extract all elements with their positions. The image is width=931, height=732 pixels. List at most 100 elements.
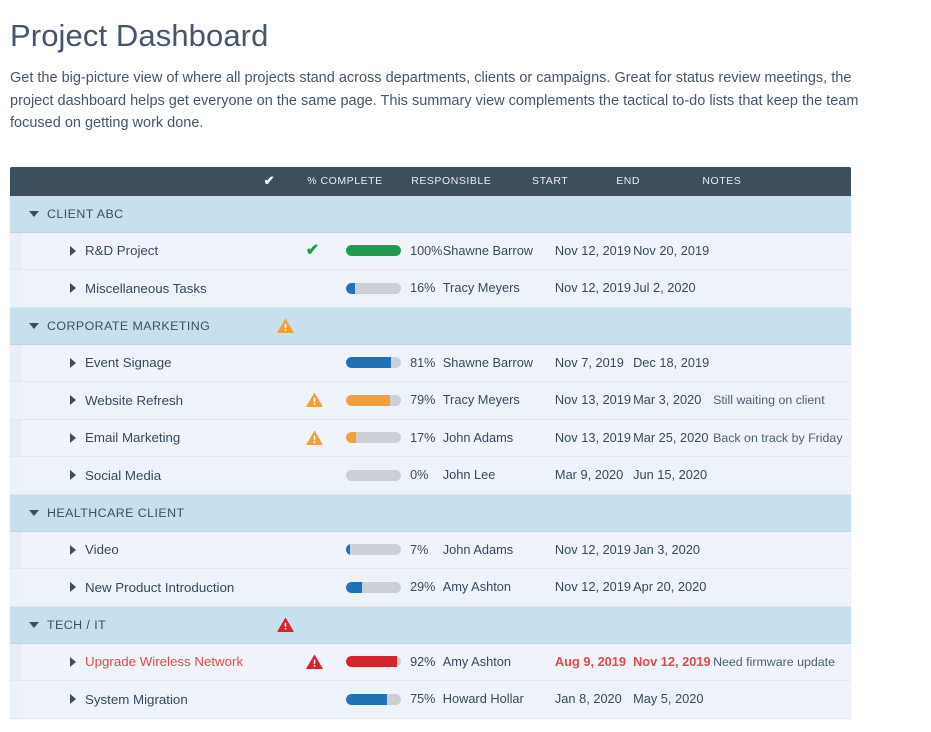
task-name-cell[interactable]: Event Signage bbox=[10, 355, 302, 370]
task-name-cell[interactable]: New Product Introduction bbox=[10, 580, 302, 595]
task-name-cell[interactable]: R&D Project bbox=[10, 243, 302, 258]
end-date-cell[interactable]: Jul 2, 2020 bbox=[633, 279, 713, 297]
end-date-cell[interactable]: Jan 3, 2020 bbox=[633, 541, 713, 559]
responsible-cell[interactable]: Amy Ashton bbox=[443, 653, 555, 671]
notes-value: Back on track by Friday bbox=[713, 431, 842, 445]
task-name-cell[interactable]: Upgrade Wireless Network bbox=[10, 654, 302, 669]
status-cell[interactable] bbox=[302, 430, 346, 446]
chevron-down-icon[interactable] bbox=[29, 323, 39, 329]
responsible-cell[interactable]: Howard Hollar bbox=[443, 690, 555, 708]
chevron-down-icon[interactable] bbox=[29, 510, 39, 516]
start-date-cell[interactable]: Nov 12, 2019 bbox=[555, 541, 633, 559]
end-date-cell[interactable]: Mar 3, 2020 bbox=[633, 391, 713, 409]
check-icon[interactable]: ✔ bbox=[306, 243, 319, 259]
responsible-cell[interactable]: Shawne Barrow bbox=[443, 354, 555, 372]
status-cell[interactable] bbox=[302, 392, 346, 408]
chevron-right-icon[interactable] bbox=[70, 470, 76, 480]
end-date-cell[interactable]: Jun 15, 2020 bbox=[633, 466, 713, 484]
percent-complete-cell[interactable]: 17% bbox=[346, 431, 443, 445]
group-row[interactable]: CLIENT ABC bbox=[10, 196, 851, 233]
notes-cell[interactable]: Need firmware update bbox=[713, 653, 851, 671]
percent-complete-cell[interactable]: 100% bbox=[346, 244, 443, 258]
chevron-right-icon[interactable] bbox=[70, 246, 76, 256]
end-date-cell[interactable]: May 5, 2020 bbox=[633, 690, 713, 708]
end-date-cell[interactable]: Apr 20, 2020 bbox=[633, 578, 713, 596]
percent-complete-cell[interactable]: 92% bbox=[346, 655, 443, 669]
task-name: Video bbox=[85, 542, 119, 557]
end-date-cell[interactable]: Dec 18, 2019 bbox=[633, 354, 713, 372]
percent-complete-cell[interactable]: 81% bbox=[346, 356, 443, 370]
start-date-cell[interactable]: Aug 9, 2019 bbox=[555, 653, 633, 671]
end-date-cell[interactable]: Mar 25, 2020 bbox=[633, 429, 713, 447]
group-row[interactable]: HEALTHCARE CLIENT bbox=[10, 495, 851, 532]
notes-cell[interactable]: Back on track by Friday bbox=[713, 429, 851, 447]
table-row[interactable]: Upgrade Wireless Network 92%Amy AshtonAug… bbox=[10, 644, 851, 682]
end-date-value: Jun 15, 2020 bbox=[633, 467, 707, 482]
table-row[interactable]: Email Marketing 17%John AdamsNov 13, 2019… bbox=[10, 420, 851, 458]
group-row[interactable]: CORPORATE MARKETING bbox=[10, 308, 851, 345]
start-date-cell[interactable]: Mar 9, 2020 bbox=[555, 466, 633, 484]
percent-complete-cell[interactable]: 7% bbox=[346, 543, 443, 557]
percent-complete-cell[interactable]: 0% bbox=[346, 468, 443, 482]
percent-complete-cell[interactable]: 29% bbox=[346, 580, 443, 594]
notes-cell[interactable]: Still waiting on client bbox=[713, 391, 851, 409]
table-row[interactable]: Social Media 0%John LeeMar 9, 2020Jun 15,… bbox=[10, 457, 851, 495]
end-date-cell[interactable]: Nov 12, 2019 bbox=[633, 653, 713, 671]
chevron-right-icon[interactable] bbox=[70, 433, 76, 443]
start-date-cell[interactable]: Nov 13, 2019 bbox=[555, 391, 633, 409]
notes-value: Still waiting on client bbox=[713, 393, 825, 407]
start-date-cell[interactable]: Jan 8, 2020 bbox=[555, 690, 633, 708]
task-name-cell[interactable]: System Migration bbox=[10, 692, 302, 707]
chevron-right-icon[interactable] bbox=[70, 694, 76, 704]
start-date-cell[interactable]: Nov 12, 2019 bbox=[555, 279, 633, 297]
status-cell[interactable]: ✔ bbox=[302, 243, 346, 259]
responsible-cell[interactable]: Shawne Barrow bbox=[443, 242, 555, 260]
chevron-down-icon[interactable] bbox=[29, 622, 39, 628]
table-row[interactable]: Website Refresh 79%Tracy MeyersNov 13, 20… bbox=[10, 382, 851, 420]
group-name-cell[interactable]: CLIENT ABC bbox=[10, 207, 273, 221]
group-name-cell[interactable]: CORPORATE MARKETING bbox=[10, 319, 273, 333]
chevron-right-icon[interactable] bbox=[70, 657, 76, 667]
status-cell[interactable] bbox=[302, 654, 346, 670]
responsible-cell[interactable]: John Adams bbox=[443, 429, 555, 447]
warning-triangle-icon bbox=[306, 392, 323, 408]
task-name-cell[interactable]: Email Marketing bbox=[10, 430, 302, 445]
chevron-right-icon[interactable] bbox=[70, 358, 76, 368]
responsible-value: Shawne Barrow bbox=[443, 355, 533, 370]
responsible-cell[interactable]: John Adams bbox=[443, 541, 555, 559]
notes-value: Need firmware update bbox=[713, 655, 835, 669]
group-name-cell[interactable]: TECH / IT bbox=[10, 618, 273, 632]
task-name-cell[interactable]: Website Refresh bbox=[10, 393, 302, 408]
task-name-cell[interactable]: Social Media bbox=[10, 468, 302, 483]
table-row[interactable]: Event Signage 81%Shawne Barrow Nov 7, 2019… bbox=[10, 345, 851, 383]
table-row[interactable]: Video 7%John AdamsNov 12, 2019Jan 3, 2020 bbox=[10, 532, 851, 570]
percent-complete-cell[interactable]: 75% bbox=[346, 692, 443, 706]
start-date-cell[interactable]: Nov 13, 2019 bbox=[555, 429, 633, 447]
responsible-cell[interactable]: John Lee bbox=[443, 466, 555, 484]
responsible-cell[interactable]: Tracy Meyers bbox=[443, 279, 555, 297]
chevron-right-icon[interactable] bbox=[70, 582, 76, 592]
chevron-right-icon[interactable] bbox=[70, 395, 76, 405]
percent-complete-cell[interactable]: 79% bbox=[346, 393, 443, 407]
group-name-cell[interactable]: HEALTHCARE CLIENT bbox=[10, 506, 273, 520]
start-date-cell[interactable]: Nov 7, 2019 bbox=[555, 354, 633, 372]
end-date-cell[interactable]: Nov 20, 2019 bbox=[633, 242, 713, 260]
responsible-value: Amy Ashton bbox=[443, 579, 511, 594]
table-row[interactable]: New Product Introduction 29%Amy Ashton Nov… bbox=[10, 569, 851, 607]
task-name-cell[interactable]: Video bbox=[10, 542, 302, 557]
group-label: CORPORATE MARKETING bbox=[47, 319, 210, 333]
table-row[interactable]: R&D Project ✔ 100%Shawne BarrowNov 12, 201… bbox=[10, 233, 851, 271]
chevron-down-icon[interactable] bbox=[29, 211, 39, 217]
start-date-cell[interactable]: Nov 12, 2019 bbox=[555, 242, 633, 260]
chevron-right-icon[interactable] bbox=[70, 545, 76, 555]
responsible-cell[interactable]: Amy Ashton bbox=[443, 578, 555, 596]
group-label: CLIENT ABC bbox=[47, 207, 124, 221]
group-row[interactable]: TECH / IT bbox=[10, 607, 851, 644]
task-name-cell[interactable]: Miscellaneous Tasks bbox=[10, 281, 302, 296]
table-row[interactable]: Miscellaneous Tasks 16%Tracy MeyersNov 12… bbox=[10, 270, 851, 308]
start-date-cell[interactable]: Nov 12, 2019 bbox=[555, 578, 633, 596]
percent-complete-cell[interactable]: 16% bbox=[346, 281, 443, 295]
table-row[interactable]: System Migration 75%Howard HollarJan 8, 2… bbox=[10, 681, 851, 719]
responsible-cell[interactable]: Tracy Meyers bbox=[443, 391, 555, 409]
chevron-right-icon[interactable] bbox=[70, 283, 76, 293]
